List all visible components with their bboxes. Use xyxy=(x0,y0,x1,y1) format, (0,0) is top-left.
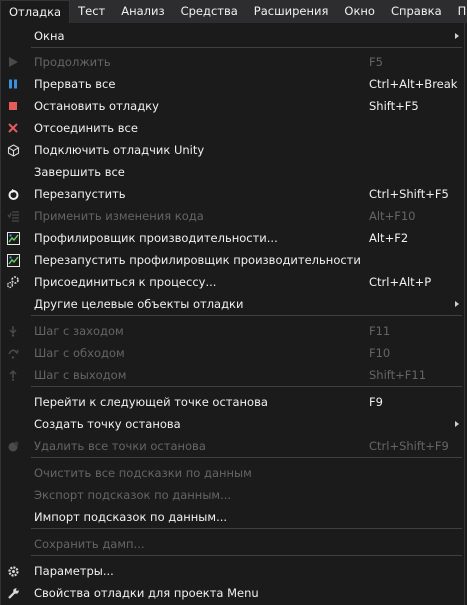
menu-item-label: Удалить все точки останова xyxy=(34,439,206,453)
detach-icon xyxy=(5,120,21,136)
menu-item-label: Шаг с обходом xyxy=(34,346,125,360)
pause-icon xyxy=(5,76,21,92)
menu-separator xyxy=(31,386,462,387)
menu-item-23[interactable]: Параметры... xyxy=(1,560,466,582)
menu-item-shortcut: Ctrl+Shift+F9 xyxy=(369,439,449,453)
menubar-item-0[interactable]: Отладка xyxy=(0,0,71,23)
menu-item-label: Параметры... xyxy=(34,564,114,578)
unity-icon xyxy=(5,142,21,158)
menu-item-label: Экспорт подсказок по данным... xyxy=(34,488,232,502)
menu-item-label: Свойства отладки для проекта Menu xyxy=(34,586,259,600)
profiler-icon xyxy=(5,230,21,246)
menu-item-16[interactable]: Перейти к следующей точке останова F9 xyxy=(1,391,466,413)
menu-item-shortcut: F10 xyxy=(369,346,391,360)
menu-item-shortcut: Ctrl+Alt+Break xyxy=(369,77,458,91)
menu-item-label: Отсоединить все xyxy=(34,121,138,135)
menubar-item-2[interactable]: Анализ xyxy=(113,0,172,23)
menu-item-0[interactable]: Окна xyxy=(1,25,466,47)
menubar-item-4[interactable]: Расширения xyxy=(246,0,337,23)
menu-item-21[interactable]: Импорт подсказок по данным... xyxy=(1,506,466,528)
menu-item-label: Сохранить дамп... xyxy=(34,537,145,551)
menu-item-7[interactable]: Перезапустить Ctrl+Shift+F5 xyxy=(1,183,466,205)
menu-item-18[interactable]: Удалить все точки останова Ctrl+Shift+F9 xyxy=(1,435,466,457)
menu-item-label: Присоединиться к процессу... xyxy=(34,275,217,289)
menu-item-label: Завершить все xyxy=(34,165,125,179)
menu-item-17[interactable]: Создать точку останова xyxy=(1,413,466,435)
menu-item-19[interactable]: Очистить все подсказки по данным xyxy=(1,462,466,484)
menubar-item-3[interactable]: Средства xyxy=(173,0,246,23)
menubar-item-6[interactable]: Справка xyxy=(383,0,450,23)
step-into-icon xyxy=(5,323,21,339)
menu-item-13[interactable]: Шаг с заходом F11 xyxy=(1,320,466,342)
menu-separator xyxy=(31,47,462,48)
menu-separator xyxy=(31,315,462,316)
step-out-icon xyxy=(5,367,21,383)
profiler-restart-icon xyxy=(5,252,21,268)
menu-item-label: Импорт подсказок по данным... xyxy=(34,510,228,524)
wrench-icon xyxy=(5,585,21,601)
restart-icon xyxy=(5,186,21,202)
menu-item-8[interactable]: Применить изменения кода Alt+F10 xyxy=(1,205,466,227)
stop-icon xyxy=(5,98,21,114)
menu-item-6[interactable]: Завершить все xyxy=(1,161,466,183)
debug-dropdown-menu: Окна Продолжить F5 Прервать все Ctrl+Alt+Bre… xyxy=(0,23,465,605)
menu-item-label: Шаг с выходом xyxy=(34,368,127,382)
menu-item-label: Остановить отладку xyxy=(34,99,159,113)
menu-separator xyxy=(31,528,462,529)
attach-process-icon xyxy=(5,274,21,290)
menu-item-20[interactable]: Экспорт подсказок по данным... xyxy=(1,484,466,506)
menu-item-shortcut: F5 xyxy=(369,55,383,69)
menu-item-shortcut: Alt+F10 xyxy=(369,209,416,223)
menu-item-label: Подключить отладчик Unity xyxy=(34,143,205,157)
menu-item-10[interactable]: Перезапустить профилировщик производител… xyxy=(1,249,466,271)
menu-item-3[interactable]: Остановить отладку Shift+F5 xyxy=(1,95,466,117)
menu-item-22[interactable]: Сохранить дамп... xyxy=(1,533,466,555)
menu-item-shortcut: Ctrl+Shift+F5 xyxy=(369,187,449,201)
menu-item-5[interactable]: Подключить отладчик Unity xyxy=(1,139,466,161)
menu-item-label: Перейти к следующей точке останова xyxy=(34,395,268,409)
menu-separator xyxy=(31,555,462,556)
gear-icon xyxy=(5,563,21,579)
menu-item-label: Прервать все xyxy=(34,77,116,91)
menu-item-shortcut: F9 xyxy=(369,395,383,409)
menu-item-11[interactable]: Присоединиться к процессу... Ctrl+Alt+P xyxy=(1,271,466,293)
menu-item-15[interactable]: Шаг с выходом Shift+F11 xyxy=(1,364,466,386)
menu-item-shortcut: Shift+F11 xyxy=(369,368,427,382)
menu-item-shortcut: Shift+F5 xyxy=(369,99,419,113)
menu-item-24[interactable]: Свойства отладки для проекта Menu xyxy=(1,582,466,604)
menu-item-label: Профилировщик производительности... xyxy=(34,231,278,245)
submenu-arrow-icon xyxy=(455,421,459,427)
menubar-item-5[interactable]: Окно xyxy=(336,0,383,23)
delete-breakpoints-icon xyxy=(5,438,21,454)
menu-item-label: Применить изменения кода xyxy=(34,209,204,223)
menu-item-label: Шаг с заходом xyxy=(34,324,124,338)
menu-item-label: Продолжить xyxy=(34,55,111,69)
menu-item-label: Перезапустить профилировщик производител… xyxy=(34,253,361,267)
menubar-item-7[interactable]: П xyxy=(450,0,467,23)
submenu-arrow-icon xyxy=(455,33,459,39)
menu-item-shortcut: F11 xyxy=(369,324,391,338)
apply-code-changes-icon xyxy=(5,208,21,224)
step-over-icon xyxy=(5,345,21,361)
menu-item-shortcut: Alt+F2 xyxy=(369,231,409,245)
menu-item-shortcut: Ctrl+Alt+P xyxy=(369,275,432,289)
menu-item-12[interactable]: Другие целевые объекты отладки xyxy=(1,293,466,315)
submenu-arrow-icon xyxy=(455,301,459,307)
menu-item-9[interactable]: Профилировщик производительности... Alt+F… xyxy=(1,227,466,249)
menu-item-1[interactable]: Продолжить F5 xyxy=(1,51,466,73)
menu-bar: Отладка Тест Анализ Средства Расширения Окно С… xyxy=(0,0,467,23)
menu-item-label: Перезапустить xyxy=(34,187,126,201)
menu-separator xyxy=(31,457,462,458)
menu-item-label: Окна xyxy=(34,29,65,43)
menubar-item-1[interactable]: Тест xyxy=(70,0,113,23)
menu-item-4[interactable]: Отсоединить все xyxy=(1,117,466,139)
menu-item-label: Создать точку останова xyxy=(34,417,181,431)
menu-item-2[interactable]: Прервать все Ctrl+Alt+Break xyxy=(1,73,466,95)
menu-item-14[interactable]: Шаг с обходом F10 xyxy=(1,342,466,364)
menu-item-label: Очистить все подсказки по данным xyxy=(34,466,252,480)
play-icon xyxy=(5,54,21,70)
menu-item-label: Другие целевые объекты отладки xyxy=(34,297,244,311)
